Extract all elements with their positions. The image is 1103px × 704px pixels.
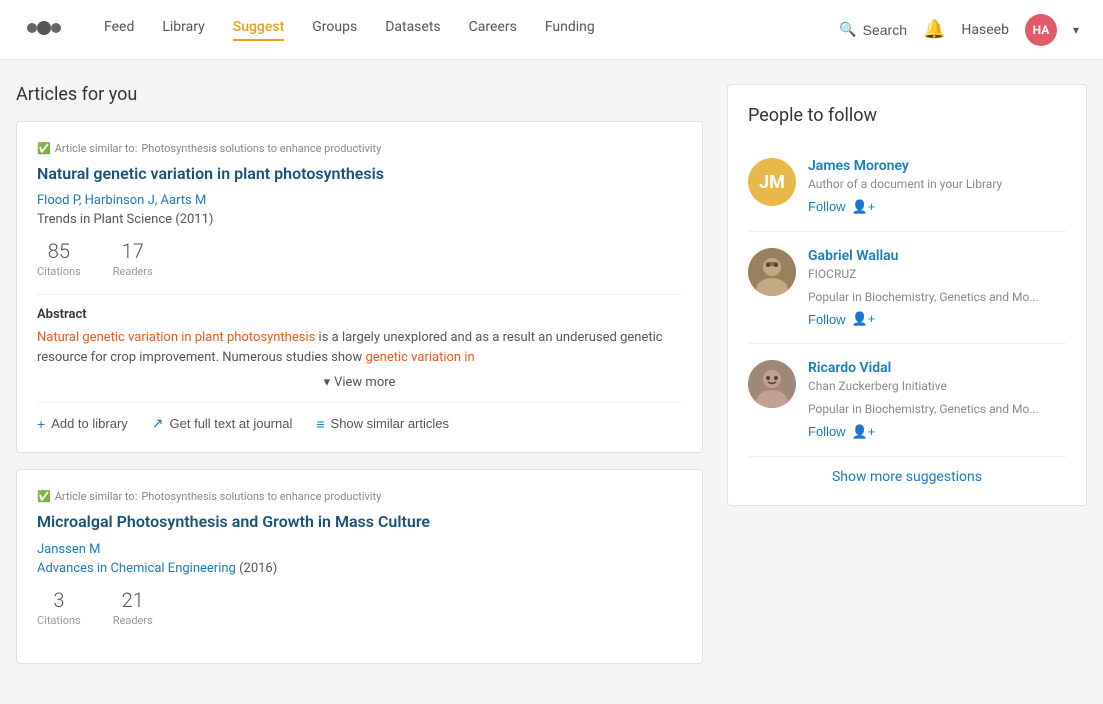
nav-careers[interactable]: Careers	[469, 19, 517, 41]
external-link-icon-1: ↗	[152, 415, 164, 432]
tag-article-1: Photosynthesis solutions to enhance prod…	[141, 142, 381, 155]
nav-feed[interactable]: Feed	[104, 19, 134, 41]
notifications-icon[interactable]: 🔔	[923, 19, 945, 40]
show-more-suggestions[interactable]: Show more suggestions	[748, 457, 1066, 485]
person-org-ricardo: Chan Zuckerberg Initiative	[808, 378, 1066, 395]
person-item-james: JM James Moroney Author of a document in…	[748, 142, 1066, 232]
follow-button-ricardo[interactable]: Follow 👤+	[808, 424, 875, 440]
article-stats-1: 85 Citations 17 Readers	[37, 239, 682, 278]
layers-icon-1: ≡	[316, 416, 324, 432]
person-desc-james: Author of a document in your Library	[808, 176, 1066, 193]
follow-label-gabriel: Follow	[808, 312, 846, 327]
citations-stat-1: 85 Citations	[37, 239, 81, 278]
plus-icon-1: +	[37, 416, 45, 432]
person-desc-gabriel: Popular in Biochemistry, Genetics and Mo…	[808, 289, 1066, 306]
user-menu-chevron[interactable]: ▾	[1073, 23, 1079, 37]
citations-number-1: 85	[37, 239, 81, 263]
article-stats-2: 3 Citations 21 Readers	[37, 588, 682, 627]
main-nav: Feed Library Suggest Groups Datasets Car…	[104, 19, 839, 41]
avatar-gabriel	[748, 248, 796, 296]
people-to-follow-card: People to follow JM James Moroney Author…	[727, 84, 1087, 506]
person-item-ricardo: Ricardo Vidal Chan Zuckerberg Initiative…	[748, 344, 1066, 457]
article-card-2: ✅ Article similar to: Photosynthesis sol…	[16, 469, 703, 663]
tag-article-2: Photosynthesis solutions to enhance prod…	[141, 490, 381, 503]
tag-prefix-1: Article similar to:	[55, 142, 138, 155]
articles-section: Articles for you ✅ Article similar to: P…	[16, 84, 703, 680]
citations-label-1: Citations	[37, 265, 81, 278]
readers-number-1: 17	[113, 239, 153, 263]
articles-section-title: Articles for you	[16, 84, 703, 105]
article-journal-1: Trends in Plant Science (2011)	[37, 212, 682, 227]
article-title-2[interactable]: Microalgal Photosynthesis and Growth in …	[37, 511, 682, 533]
follow-label-james: Follow	[808, 199, 846, 214]
view-more-button-1[interactable]: ▾ View more	[37, 375, 682, 390]
get-full-text-label-1: Get full text at journal	[170, 416, 293, 431]
readers-stat-1: 17 Readers	[113, 239, 153, 278]
citations-label-2: Citations	[37, 614, 81, 627]
header-right: 🔍 Search 🔔 Haseeb HA ▾	[839, 14, 1079, 46]
citations-stat-2: 3 Citations	[37, 588, 81, 627]
person-name-james[interactable]: James Moroney	[808, 158, 1066, 174]
journal-name-2: Advances in Chemical Engineering	[37, 561, 236, 576]
add-to-library-label-1: Add to library	[51, 416, 128, 431]
abstract-text-1: Natural genetic variation in plant photo…	[37, 328, 682, 367]
search-icon: 🔍	[839, 21, 856, 38]
readers-label-1: Readers	[113, 265, 153, 278]
readers-stat-2: 21 Readers	[113, 588, 153, 627]
get-full-text-button-1[interactable]: ↗ Get full text at journal	[152, 415, 293, 432]
person-info-gabriel: Gabriel Wallau FIOCRUZ Popular in Bioche…	[808, 248, 1066, 328]
abstract-title-1: Abstract	[37, 307, 682, 322]
follow-icon-ricardo: 👤+	[852, 424, 876, 440]
search-button[interactable]: 🔍 Search	[839, 21, 907, 38]
follow-button-james[interactable]: Follow 👤+	[808, 199, 875, 215]
chevron-down-icon-1: ▾	[324, 375, 331, 390]
article-title-1[interactable]: Natural genetic variation in plant photo…	[37, 163, 682, 185]
search-label: Search	[863, 22, 907, 38]
article-tag-2: ✅ Article similar to: Photosynthesis sol…	[37, 490, 682, 503]
person-item-gabriel: Gabriel Wallau FIOCRUZ Popular in Bioche…	[748, 232, 1066, 345]
main-content: Articles for you ✅ Article similar to: P…	[0, 60, 1103, 704]
show-similar-button-1[interactable]: ≡ Show similar articles	[316, 416, 449, 432]
check-icon-1: ✅	[37, 142, 51, 155]
article-authors-1[interactable]: Flood P, Harbinson J, Aarts M	[37, 193, 682, 208]
person-org-gabriel: FIOCRUZ	[808, 266, 1066, 283]
follow-icon-gabriel: 👤+	[852, 311, 876, 327]
people-section-title: People to follow	[748, 105, 1066, 126]
person-desc-ricardo: Popular in Biochemistry, Genetics and Mo…	[808, 401, 1066, 418]
add-to-library-button-1[interactable]: + Add to library	[37, 416, 128, 432]
nav-suggest[interactable]: Suggest	[233, 19, 285, 41]
tag-prefix-2: Article similar to:	[55, 490, 138, 503]
abstract-section-1: Abstract Natural genetic variation in pl…	[37, 294, 682, 390]
person-name-ricardo[interactable]: Ricardo Vidal	[808, 360, 1066, 376]
person-info-ricardo: Ricardo Vidal Chan Zuckerberg Initiative…	[808, 360, 1066, 440]
nav-funding[interactable]: Funding	[545, 19, 595, 41]
user-avatar[interactable]: HA	[1025, 14, 1057, 46]
article-tag-1: ✅ Article similar to: Photosynthesis sol…	[37, 142, 682, 155]
user-name: Haseeb	[961, 22, 1009, 38]
person-info-james: James Moroney Author of a document in yo…	[808, 158, 1066, 215]
header: Feed Library Suggest Groups Datasets Car…	[0, 0, 1103, 60]
logo	[24, 16, 64, 44]
check-icon-2: ✅	[37, 490, 51, 503]
nav-library[interactable]: Library	[162, 19, 204, 41]
readers-number-2: 21	[113, 588, 153, 612]
card-actions-1: + Add to library ↗ Get full text at jour…	[37, 402, 682, 432]
follow-icon-james: 👤+	[852, 199, 876, 215]
article-journal-2: Advances in Chemical Engineering (2016)	[37, 561, 682, 576]
view-more-label-1: View more	[334, 375, 395, 390]
follow-label-ricardo: Follow	[808, 424, 846, 439]
readers-label-2: Readers	[113, 614, 153, 627]
article-card-1: ✅ Article similar to: Photosynthesis sol…	[16, 121, 703, 453]
nav-datasets[interactable]: Datasets	[385, 19, 440, 41]
article-authors-2[interactable]: Janssen M	[37, 542, 682, 557]
show-similar-label-1: Show similar articles	[331, 416, 449, 431]
avatar-ricardo	[748, 360, 796, 408]
avatar-james: JM	[748, 158, 796, 206]
people-section: People to follow JM James Moroney Author…	[727, 84, 1087, 680]
follow-button-gabriel[interactable]: Follow 👤+	[808, 311, 875, 327]
person-name-gabriel[interactable]: Gabriel Wallau	[808, 248, 1066, 264]
nav-groups[interactable]: Groups	[312, 19, 357, 41]
citations-number-2: 3	[37, 588, 81, 612]
